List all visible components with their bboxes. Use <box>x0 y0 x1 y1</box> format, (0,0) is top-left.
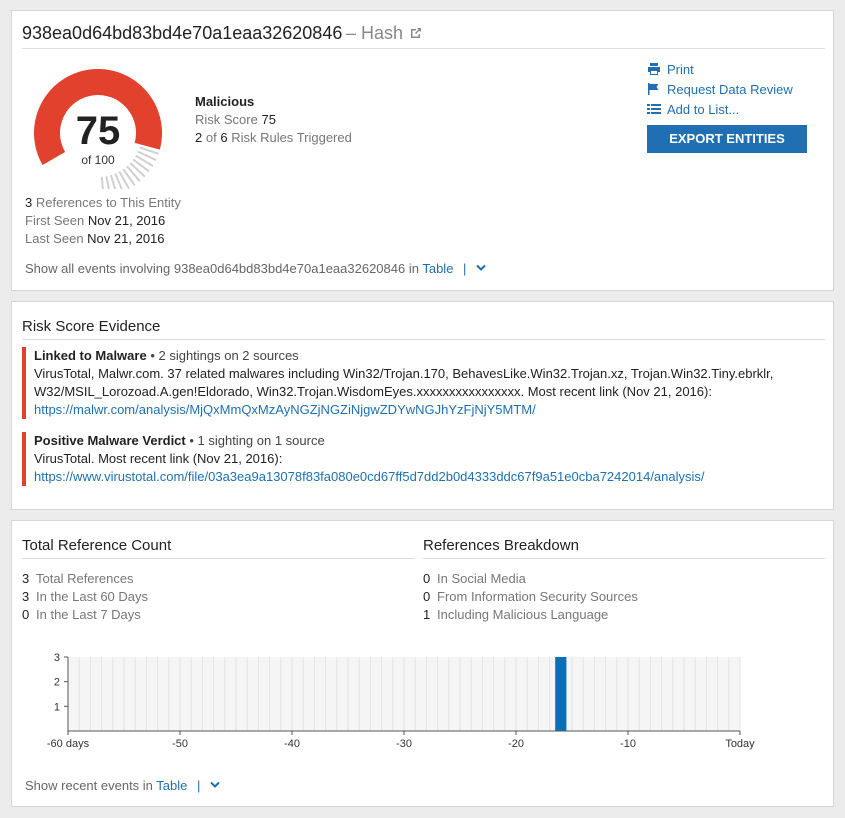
breakdown-title: References Breakdown <box>423 537 579 554</box>
breakdown-stats: 0 In Social Media 0 From Information Secur… <box>423 570 638 624</box>
total-reference-stats: 3 Total References 3 In the Last 60 Days 0… <box>22 570 148 624</box>
chart-x-tick-label: -60 days <box>47 738 90 750</box>
add-to-list-label: Add to List... <box>667 102 740 117</box>
stat-label: Total References <box>36 571 134 586</box>
total-reference-divider <box>22 558 415 559</box>
chart-y-tick-label: 2 <box>54 677 60 689</box>
stat-row: 0 From Information Security Sources <box>423 588 638 606</box>
reference-timeline-chart: 1 2 3 -60 days -50 -40 -30 -20 -10 Today <box>47 652 755 750</box>
stat-count: 0 <box>423 571 431 586</box>
print-label: Print <box>667 62 694 77</box>
risk-verdict: Malicious <box>195 94 255 109</box>
last-seen-value: Nov 21, 2016 <box>87 231 165 246</box>
request-review-label: Request Data Review <box>667 82 793 97</box>
chart-x-tick-label: Today <box>725 738 755 750</box>
entity-title-row: 938ea0d64bd83bd4e70a1eaa32620846 – Hash <box>22 23 825 49</box>
entity-type-label: – Hash <box>345 23 404 43</box>
chart-y-tick-label: 3 <box>54 652 60 664</box>
stat-label: In the Last 7 Days <box>36 607 141 622</box>
chart-x-tick-label: -20 <box>508 738 524 750</box>
show-all-events: Show all events involving 938ea0d64bd83b… <box>25 260 486 276</box>
stat-row: 0 In Social Media <box>423 570 638 588</box>
flag-icon <box>648 83 659 95</box>
printer-icon <box>648 63 660 75</box>
evidence-summary: • 2 sightings on 2 sources <box>146 348 299 363</box>
entity-card: 938ea0d64bd83bd4e70a1eaa32620846 – Hash … <box>11 10 834 291</box>
request-data-review-link[interactable]: Request Data Review <box>647 80 793 100</box>
chevron-down-icon[interactable] <box>210 777 220 788</box>
reference-count-card: Total Reference Count References Breakdo… <box>11 520 834 807</box>
show-recent-events: Show recent events in Table | <box>25 777 220 793</box>
show-all-table-link[interactable]: Table <box>422 261 453 276</box>
stat-row: 3 In the Last 60 Days <box>22 588 148 606</box>
stat-count: 3 <box>22 571 30 586</box>
reference-count: 3 <box>25 195 33 210</box>
reference-count-label: References to This Entity <box>35 195 181 210</box>
stat-count: 3 <box>22 589 30 604</box>
chart-x-tick-label: -40 <box>284 738 300 750</box>
stat-row: 0 In the Last 7 Days <box>22 606 148 624</box>
risk-evidence-divider <box>22 339 825 340</box>
rules-label: Risk Rules Triggered <box>231 130 352 145</box>
stat-count: 1 <box>423 607 431 622</box>
stat-label: From Information Security Sources <box>437 589 638 604</box>
entity-actions: Print Request Data Review Add to List... <box>647 60 793 120</box>
gauge-tick <box>126 165 141 182</box>
stat-row: 3 Total References <box>22 570 148 588</box>
divider: | <box>197 778 201 793</box>
evidence-link[interactable]: https://malwr.com/analysis/MjQxMmQxMzAyN… <box>34 402 536 417</box>
risk-verdict-block: Malicious Risk Score 75 2 of 6 Risk Rule… <box>195 93 352 147</box>
risk-evidence-title: Risk Score Evidence <box>22 318 161 335</box>
entity-hash: 938ea0d64bd83bd4e70a1eaa32620846 <box>22 23 343 43</box>
add-to-list-link[interactable]: Add to List... <box>647 100 793 120</box>
chart-x-tick-label: -50 <box>172 738 188 750</box>
chart-x-tick-label: -30 <box>396 738 412 750</box>
external-link-icon[interactable] <box>409 26 423 40</box>
breakdown-divider <box>423 558 825 559</box>
evidence-item: Positive Malware Verdict • 1 sighting on… <box>22 432 822 486</box>
evidence-item: Linked to Malware • 2 sightings on 2 sou… <box>22 347 822 419</box>
risk-score-label: Risk Score <box>195 112 258 127</box>
stat-count: 0 <box>22 607 30 622</box>
rules-triggered-count: 2 <box>195 130 203 145</box>
last-seen-label: Last Seen <box>25 231 84 246</box>
evidence-rule: Positive Malware Verdict <box>34 433 186 448</box>
stat-label: In Social Media <box>437 571 526 586</box>
evidence-rule: Linked to Malware <box>34 348 147 363</box>
print-link[interactable]: Print <box>647 60 793 80</box>
rules-total: 6 <box>220 130 228 145</box>
risk-score-inline: 75 <box>261 112 276 127</box>
chart-x-tick-label: -10 <box>620 738 636 750</box>
first-seen-label: First Seen <box>25 213 85 228</box>
chart-bar <box>555 657 567 731</box>
list-icon <box>647 104 661 114</box>
evidence-summary: • 1 sighting on 1 source <box>185 433 325 448</box>
risk-score-value: 75 <box>75 109 121 153</box>
stat-row: 1 Including Malicious Language <box>423 606 638 624</box>
evidence-text: VirusTotal, Malwr.com. 37 related malwar… <box>34 366 774 399</box>
gauge-tick <box>105 176 112 197</box>
stat-count: 0 <box>423 589 431 604</box>
risk-evidence-card: Risk Score Evidence Linked to Malware • … <box>11 301 834 510</box>
show-all-events-text: Show all events involving 938ea0d64bd83b… <box>25 261 419 276</box>
export-entities-button[interactable]: EXPORT ENTITIES <box>647 125 807 153</box>
first-seen-value: Nov 21, 2016 <box>87 213 166 228</box>
chevron-down-icon[interactable] <box>476 260 486 271</box>
show-recent-table-link[interactable]: Table <box>156 778 187 793</box>
evidence-link[interactable]: https://www.virustotal.com/file/03a3ea9a… <box>34 469 705 484</box>
divider: | <box>463 261 467 276</box>
rules-of: of <box>205 130 217 145</box>
references-summary: 3 References to This Entity First Seen N… <box>25 194 181 248</box>
chart-y-tick-label: 1 <box>54 701 60 713</box>
stat-label: Including Malicious Language <box>437 607 609 622</box>
show-recent-text: Show recent events in <box>25 778 153 793</box>
total-reference-title: Total Reference Count <box>22 537 172 554</box>
evidence-text: VirusTotal. Most recent link (Nov 21, 20… <box>34 451 283 466</box>
gauge-tick <box>100 176 105 197</box>
risk-score-gauge: 75 of 100 <box>34 69 174 197</box>
risk-score-max: of 100 <box>81 153 115 167</box>
stat-label: In the Last 60 Days <box>36 589 149 604</box>
